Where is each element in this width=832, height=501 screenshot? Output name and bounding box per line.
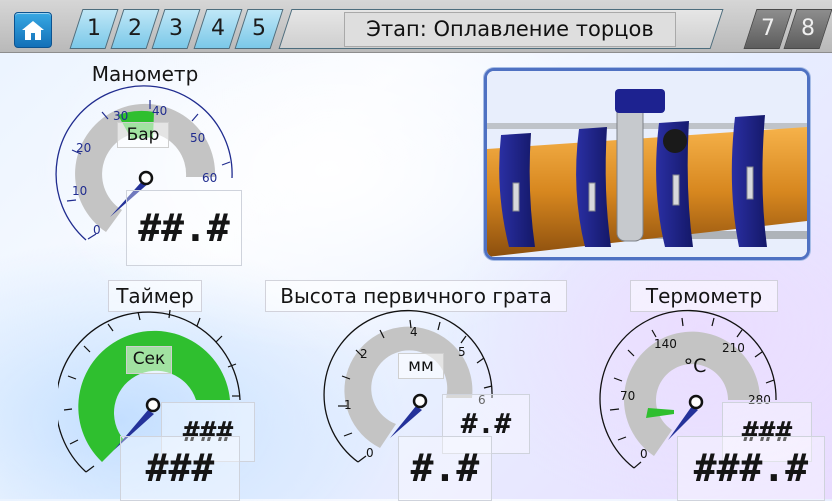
- thermometer-unit: °C: [683, 355, 707, 377]
- burr-height-needle: [390, 406, 422, 438]
- step-tab-1-label: 1: [87, 16, 101, 41]
- manometer-unit: Бар: [117, 122, 169, 148]
- manometer-readout: ##.#: [126, 190, 242, 266]
- step-tab-2-label: 2: [128, 16, 142, 41]
- machine-illustration: [484, 68, 810, 260]
- timer-unit: Сек: [126, 346, 172, 374]
- timer-readout-large: ###: [120, 436, 240, 501]
- burr-scale-4: 4: [410, 325, 418, 339]
- manometer-scale-50: 50: [190, 131, 205, 145]
- pipe-welding-machine-image: [487, 71, 807, 257]
- home-button[interactable]: [14, 12, 52, 48]
- manometer-scale-20: 20: [76, 141, 91, 155]
- manometer-scale-10: 10: [72, 184, 87, 198]
- burr-scale-1: 1: [344, 398, 352, 412]
- burr-scale-5: 5: [458, 345, 466, 359]
- home-icon: [22, 21, 44, 40]
- thermo-scale-70: 70: [620, 389, 635, 403]
- burr-scale-0: 0: [366, 446, 374, 460]
- step-tab-3[interactable]: 3: [151, 9, 201, 49]
- thermometer-readout-large: ###.#: [677, 436, 825, 501]
- thermo-scale-140: 140: [654, 337, 677, 351]
- burr-scale-2: 2: [360, 347, 368, 361]
- stage-title: Этап: Оплавление торцов: [344, 12, 676, 47]
- burr-height-readout-large: #.#: [398, 436, 492, 501]
- step-tab-8[interactable]: 8: [783, 9, 832, 49]
- step-tab-5-label: 5: [252, 16, 266, 41]
- thermo-scale-210: 210: [722, 341, 745, 355]
- manometer-scale-60: 60: [202, 171, 217, 185]
- step-tab-8-label: 8: [801, 16, 815, 41]
- manometer-scale-0: 0: [93, 223, 101, 237]
- step-tab-4-label: 4: [211, 16, 225, 41]
- step-tab-7-label: 7: [761, 16, 775, 41]
- thermo-scale-0: 0: [640, 447, 648, 461]
- step-tab-5[interactable]: 5: [234, 9, 284, 49]
- manometer-scale-30: 30: [113, 109, 128, 123]
- burr-height-unit: мм: [398, 353, 444, 379]
- manometer-scale-40: 40: [152, 104, 167, 118]
- step-tab-3-label: 3: [169, 16, 183, 41]
- top-navigation-bar: 1 2 3 4 5 Этап: Оплавление торцов 7 8: [0, 0, 832, 53]
